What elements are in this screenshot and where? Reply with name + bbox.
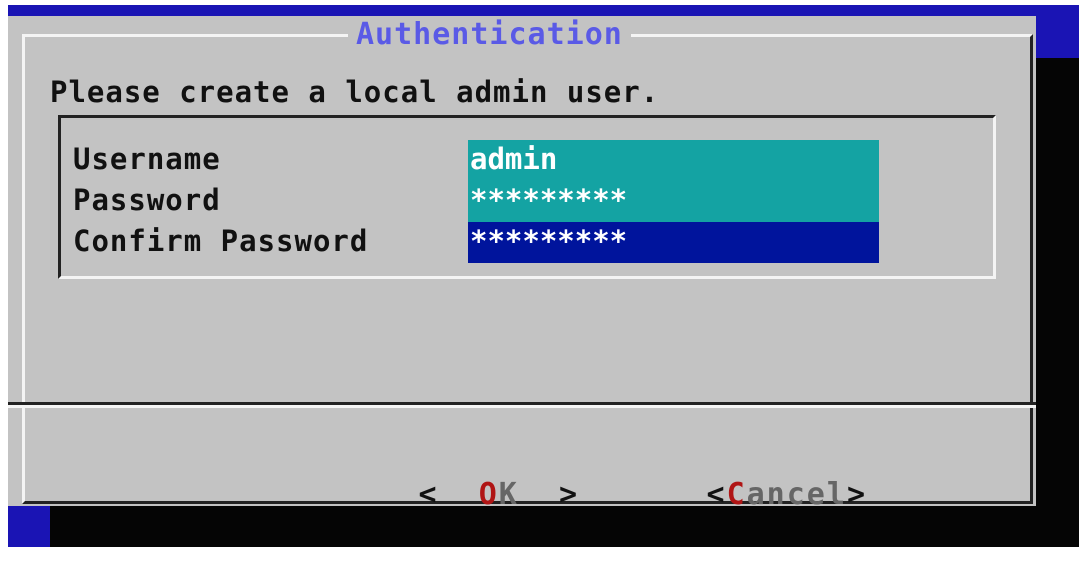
authentication-dialog: Authentication Please create a local adm…: [8, 16, 1036, 512]
ok-label-rest: K: [498, 477, 519, 512]
dialog-title: Authentication: [348, 19, 631, 51]
username-label: Username: [73, 142, 221, 176]
dialog-prompt: Please create a local admin user.: [50, 75, 660, 109]
ok-open-bracket: <: [418, 477, 439, 512]
confirm-password-label: Confirm Password: [73, 224, 369, 258]
ok-hotkey: O: [478, 477, 499, 512]
form-box: Username admin Password ********* Confir…: [58, 115, 996, 279]
cancel-button[interactable]: <Cancel>: [546, 420, 867, 512]
button-bar: < OK > <Cancel>: [8, 420, 1036, 512]
cancel-label-rest: ancel: [746, 477, 847, 512]
password-input[interactable]: *********: [468, 181, 879, 222]
cancel-hotkey: C: [726, 477, 747, 512]
confirm-password-input[interactable]: *********: [468, 222, 879, 263]
password-label: Password: [73, 183, 221, 217]
ok-button[interactable]: < OK >: [258, 420, 579, 512]
username-input[interactable]: admin: [468, 140, 879, 181]
button-divider: [8, 402, 1036, 408]
dialog-shadow-right: [1036, 58, 1079, 508]
cancel-open-bracket: <: [706, 477, 727, 512]
screen: Authentication Please create a local adm…: [0, 0, 1079, 552]
cancel-close-bracket: >: [846, 477, 867, 512]
